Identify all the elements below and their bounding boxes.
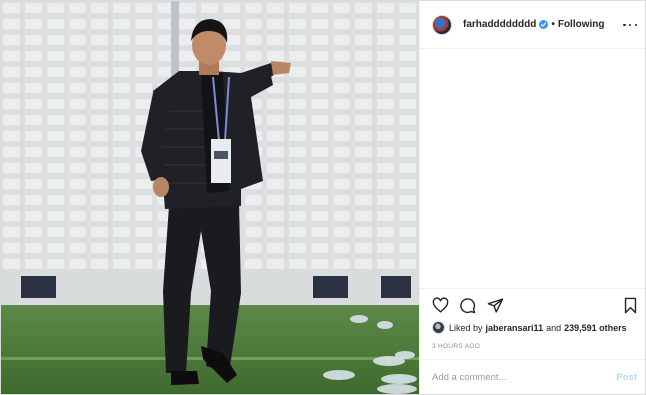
- header-separator: •: [551, 19, 555, 30]
- likes-prefix: Liked by: [449, 322, 483, 333]
- comment-input[interactable]: [432, 371, 617, 383]
- username-link[interactable]: farhadddddddd: [463, 19, 536, 30]
- following-button[interactable]: Following: [558, 19, 605, 30]
- likes-others-link[interactable]: 239,591 others: [564, 323, 627, 333]
- post-header: farhadddddddd • Following: [420, 1, 645, 49]
- verified-badge-icon: [539, 20, 549, 29]
- action-bar: [420, 288, 645, 322]
- post-photo[interactable]: [1, 1, 419, 394]
- liker-avatar[interactable]: [432, 321, 445, 334]
- heart-icon[interactable]: [431, 296, 449, 314]
- likes-conjunction: and: [546, 322, 562, 333]
- likes-summary: Liked by jaberansari11 and 239,591 other…: [432, 321, 630, 334]
- bookmark-icon[interactable]: [621, 296, 639, 314]
- user-avatar[interactable]: [432, 14, 452, 35]
- share-icon[interactable]: [486, 296, 504, 314]
- instagram-post: farhadddddddd • Following Liked by jaber…: [0, 0, 646, 395]
- liker-username-link[interactable]: jaberansari11: [486, 323, 544, 333]
- coach-photo-illustration: [1, 1, 419, 394]
- more-options-icon[interactable]: [623, 18, 637, 32]
- comment-icon[interactable]: [458, 296, 476, 314]
- comment-bar: Post: [420, 359, 645, 394]
- post-timestamp[interactable]: 3 HOURS AGO: [432, 343, 480, 350]
- post-comment-button[interactable]: Post: [616, 372, 637, 383]
- post-sidebar: farhadddddddd • Following Liked by jaber…: [419, 1, 645, 394]
